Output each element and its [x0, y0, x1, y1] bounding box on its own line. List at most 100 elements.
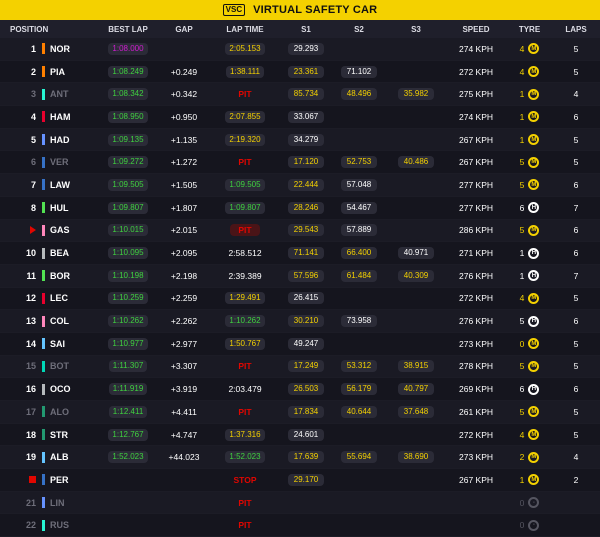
position-number: 19 [25, 452, 36, 463]
laps: 5 [573, 43, 579, 54]
best-lap: 1:08.342 [108, 88, 148, 101]
driver-cell[interactable]: SAI [42, 333, 97, 355]
driver-cell[interactable]: LEC [42, 288, 97, 310]
table-row[interactable]: 1 NOR 1:08.000 2:05.153 29.293 274 KPH 4 M 5 [0, 38, 600, 61]
table-row[interactable]: 14 SAI 1:10.977 +2.977 1:50.767 49.247 273 KPH… [0, 332, 600, 356]
table-row[interactable]: 2 PIA 1:08.249 +0.249 1:38.111 23.361 71.102 27… [0, 60, 600, 84]
driver-cell[interactable]: STR [42, 424, 97, 446]
laps: 5 [573, 66, 579, 77]
driver-cell[interactable]: PIA [42, 61, 97, 83]
hard-tyre-icon: H [528, 202, 540, 214]
table-row[interactable]: 19 ALB 1:52.023 +44.023 1:52.023 17.639 55.694… [0, 446, 600, 470]
table-row[interactable]: 12 LEC 1:10.259 +2.259 1:29.491 26.415 272 KPH… [0, 287, 600, 311]
medium-tyre-icon: M [528, 156, 540, 168]
driver-cell[interactable]: NOR [42, 38, 97, 60]
driver-cell[interactable]: GAS [42, 220, 97, 242]
table-row[interactable]: 5 HAD 1:09.135 +1.135 2:19.320 34.279 267 KPH 1… [0, 128, 600, 152]
header-gap[interactable]: GAP [159, 20, 209, 38]
table-row[interactable]: GAS 1:10.015 +2.015 PIT 29.543 57.889 286 KPH 5… [0, 219, 600, 243]
sector-1-cell [281, 492, 331, 514]
lap-time: 1:50.767 [225, 337, 265, 350]
laps [552, 492, 600, 514]
best-lap-cell [97, 514, 159, 536]
driver-cell[interactable]: BEA [42, 242, 97, 264]
sector-2-cell: 66.400 [331, 242, 387, 264]
best-lap-cell: 1:52.023 [97, 446, 159, 468]
medium-tyre-icon: M [528, 406, 540, 418]
sector-1: 85.734 [288, 88, 324, 101]
team-color-bar [42, 519, 45, 531]
table-row[interactable]: 8 HUL 1:09.807 +1.807 1:09.807 28.246 54.467 27… [0, 196, 600, 220]
table-row[interactable]: 4 HAM 1:08.950 +0.950 2:07.855 33.067 274 KPH 1… [0, 106, 600, 129]
table-row[interactable]: 11 BOR 1:10.198 +2.198 2:39.389 57.596 61.484 4… [0, 264, 600, 288]
table-row[interactable]: 6 VER 1:09.272 +1.272 PIT 17.120 52.753 40.486 2… [0, 151, 600, 175]
lap-time: 2:03.479 [228, 384, 262, 395]
table-row[interactable]: 18 STR 1:12.767 +4.747 1:37.316 24.601 272 KPH… [0, 423, 600, 447]
driver-cell[interactable]: LAW [42, 174, 97, 196]
best-lap: 1:08.249 [108, 65, 148, 78]
driver-code: OCO [50, 384, 71, 395]
sector-2-cell [331, 38, 387, 60]
header-s3[interactable]: S3 [387, 20, 445, 38]
driver-cell[interactable]: ANT [42, 83, 97, 105]
tyre-age: 5 [519, 225, 525, 236]
driver-cell[interactable]: HAD [42, 129, 97, 151]
sector-1-cell: 57.596 [281, 265, 331, 287]
medium-tyre-icon: M [528, 360, 540, 372]
driver-cell[interactable]: HAM [42, 106, 97, 128]
table-row[interactable]: 22 RUS PIT 0- [0, 514, 600, 537]
header-speed[interactable]: SPEED [445, 20, 507, 38]
driver-cell[interactable]: HUL [42, 197, 97, 219]
table-row[interactable]: 15 BOT 1:11.307 +3.307 PIT 17.249 53.312 38.915… [0, 355, 600, 379]
driver-cell[interactable]: ALB [42, 446, 97, 468]
table-row[interactable]: 16 OCO 1:11.919 +3.919 2:03.479 26.503 56.179 4… [0, 378, 600, 401]
position-number: 14 [25, 338, 36, 349]
lap-time: PIT [238, 406, 252, 417]
header-best-lap[interactable]: BEST LAP [97, 20, 159, 38]
table-row[interactable]: 17 ALO 1:12.411 +4.411 PIT 17.834 40.644 37.648… [0, 401, 600, 424]
best-lap-cell: 1:08.000 [97, 38, 159, 60]
table-row[interactable]: 7 LAW 1:09.505 +1.505 1:09.505 22.444 57.048 27… [0, 174, 600, 197]
header-s2[interactable]: S2 [331, 20, 387, 38]
position-number: 11 [26, 270, 36, 281]
tyre-age: 4 [519, 293, 525, 304]
driver-cell[interactable]: BOR [42, 265, 97, 287]
sector-3-cell: 38.690 [387, 446, 445, 468]
driver-cell[interactable]: ALO [42, 401, 97, 423]
speed: 277 KPH [458, 179, 494, 190]
driver-cell[interactable]: PER [42, 469, 97, 491]
best-lap: 1:09.135 [108, 133, 148, 146]
team-color-bar [42, 315, 45, 327]
gap: +0.950 [170, 111, 198, 122]
header-s1[interactable]: S1 [281, 20, 331, 38]
driver-cell[interactable]: LIN [42, 492, 97, 514]
header-laps[interactable]: LAPS [552, 20, 600, 38]
table-row[interactable]: 21 LIN PIT 0- [0, 491, 600, 515]
driver-cell[interactable]: RUS [42, 514, 97, 536]
sector-1: 29.170 [288, 473, 324, 486]
team-color-bar [42, 66, 45, 78]
header-tyre[interactable]: TYRE [507, 20, 552, 38]
driver-code: ALB [50, 452, 69, 463]
driver-cell[interactable]: BOT [42, 356, 97, 378]
tyre-cell: 4M [507, 38, 552, 60]
speed: 272 KPH [458, 293, 494, 304]
sector-2: 73.958 [341, 315, 377, 328]
table-row[interactable]: 13 COL 1:10.262 +2.262 1:10.262 30.210 73.958 2… [0, 310, 600, 333]
lap-time: PIT [238, 157, 252, 168]
driver-cell[interactable]: VER [42, 151, 97, 173]
tyre-age: 5 [519, 179, 525, 190]
sector-2-cell [331, 424, 387, 446]
sector-2: 48.496 [341, 88, 377, 101]
driver-cell[interactable]: OCO [42, 378, 97, 400]
header-lap-time[interactable]: LAP TIME [209, 20, 281, 38]
table-row[interactable]: PER STOP 29.170 267 KPH 1 M 2 [0, 469, 600, 492]
team-color-bar [42, 292, 45, 304]
speed: 261 KPH [458, 406, 494, 417]
table-row[interactable]: 3 ANT 1:08.342 +0.342 PIT 85.734 48.496 35.982 2… [0, 83, 600, 107]
sector-2-cell: 73.958 [331, 310, 387, 332]
table-row[interactable]: 10 BEA 1:10.095 +2.095 2:58.512 71.141 66.400 4… [0, 242, 600, 265]
driver-cell[interactable]: COL [42, 310, 97, 332]
sector-3: 40.309 [398, 269, 434, 282]
header-position[interactable]: POSITION [0, 20, 97, 38]
